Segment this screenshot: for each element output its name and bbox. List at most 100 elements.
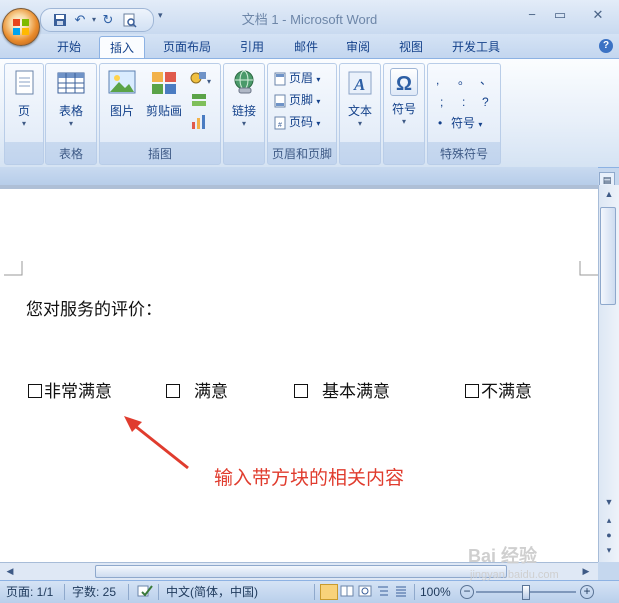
header-label: 页眉 (289, 71, 314, 85)
special-symbol-question[interactable]: ? (482, 92, 489, 112)
page-icon (9, 68, 39, 98)
tab-page-layout[interactable]: 页面布局 (156, 36, 218, 58)
text-button[interactable]: A 文本 ▾ (340, 68, 380, 129)
print-layout-view-icon[interactable] (320, 584, 338, 600)
footer-button[interactable]: 页脚 ▾ (274, 90, 320, 110)
text-dropdown-icon: ▾ (357, 119, 362, 128)
header-dropdown-icon: ▾ (316, 75, 321, 84)
document-page[interactable]: 您对服务的评价： 非常满意 满意 基本满意 不满意 (0, 189, 598, 562)
ribbon: 页 ▾ 表格 ▾ 表格 图片 剪贴画 ▾ 插图 链接 ▾ 页眉 ▾ 页脚 ▾ #… (0, 58, 619, 168)
minimize-icon[interactable]: − (520, 6, 544, 24)
tab-mailings[interactable]: 邮件 (284, 36, 328, 58)
select-browse-object-icon[interactable]: ● (601, 528, 617, 542)
close-icon[interactable]: ✕ (582, 6, 614, 24)
special-symbol-enum-comma[interactable]: 、 (480, 70, 492, 90)
office-logo-icon (13, 19, 29, 35)
page-count-status[interactable]: 页面: 1/1 (6, 584, 53, 600)
group-text: A 文本 ▾ (339, 63, 381, 165)
more-symbols-label: 符号 (451, 116, 476, 130)
text-icon: A (345, 68, 375, 98)
tab-home[interactable]: 开始 (48, 36, 90, 58)
picture-label: 图片 (109, 104, 134, 118)
shapes-icon[interactable]: ▾ (190, 70, 212, 89)
pages-button[interactable]: 页 ▾ (4, 68, 44, 129)
crop-mark-left (4, 261, 23, 276)
special-symbol-colon[interactable]: : (462, 92, 465, 112)
chart-icon[interactable] (190, 114, 208, 133)
outline-view-icon[interactable] (376, 584, 390, 600)
footer-icon (274, 94, 286, 108)
group-symbols: Ω 符号 ▾ (383, 63, 425, 165)
full-screen-reading-icon[interactable] (340, 584, 354, 600)
omega-icon: Ω (390, 68, 418, 96)
option-very-satisfied: 非常满意 (28, 377, 112, 402)
zoom-slider-thumb[interactable] (522, 585, 530, 600)
checkbox-square-icon (294, 384, 308, 398)
tab-references[interactable]: 引用 (230, 36, 274, 58)
maximize-icon[interactable]: ▭ (548, 6, 572, 24)
table-button[interactable]: 表格 ▾ (51, 68, 91, 129)
web-layout-icon[interactable] (358, 584, 372, 600)
status-divider (64, 584, 65, 600)
tab-view[interactable]: 视图 (389, 36, 433, 58)
language-status[interactable]: 中文(简体，中国) (166, 584, 258, 600)
group-tables-label: 表格 (58, 147, 83, 161)
status-divider (414, 584, 415, 600)
zoom-in-icon[interactable]: + (580, 585, 594, 599)
clipart-icon (149, 68, 179, 98)
more-symbols-button[interactable]: 符号 ▾ (451, 113, 482, 133)
page-number-label: 页码 (289, 115, 314, 129)
group-header-footer-label: 页眉和页脚 (271, 147, 332, 161)
annotation-arrow-icon (124, 416, 189, 470)
previous-page-icon[interactable]: ▴ (601, 513, 617, 527)
clipart-button[interactable]: 剪贴画 (144, 68, 184, 119)
option-unsatisfied: 不满意 (465, 377, 532, 402)
vertical-scroll-thumb[interactable] (600, 207, 616, 305)
checkbox-square-icon (465, 384, 479, 398)
symbol-label: 符号 (391, 102, 416, 116)
svg-text:#: # (278, 122, 282, 129)
draft-view-icon[interactable] (394, 584, 408, 600)
group-tables: 表格 ▾ 表格 (45, 63, 97, 165)
option-satisfied: 满意 (166, 377, 228, 402)
tab-developer[interactable]: 开发工具 (443, 36, 509, 58)
group-illustrations-label: 插图 (147, 147, 172, 161)
links-label: 链接 (231, 104, 256, 118)
group-illustrations: 图片 剪贴画 ▾ 插图 (99, 63, 221, 165)
symbol-button[interactable]: Ω 符号 ▾ (384, 68, 424, 127)
links-dropdown-icon: ▾ (241, 119, 246, 128)
special-symbol-semicolon[interactable]: ; (440, 92, 443, 112)
question-text: 您对服务的评价： (26, 300, 162, 320)
word-count-status[interactable]: 字数: 25 (72, 584, 116, 600)
svg-text:Bai 经验: Bai 经验 (468, 545, 538, 566)
checkbox-square-icon (28, 384, 42, 398)
header-button[interactable]: 页眉 ▾ (274, 68, 320, 88)
smartart-icon[interactable] (190, 92, 208, 111)
scroll-left-icon[interactable]: ◀ (2, 564, 18, 578)
option-basically-satisfied: 基本满意 (294, 377, 390, 402)
proofing-icon[interactable] (136, 584, 154, 600)
page-number-icon: # (274, 116, 286, 130)
group-links: 链接 ▾ (223, 63, 265, 165)
table-label: 表格 (58, 104, 83, 118)
tab-insert[interactable]: 插入 (99, 36, 145, 59)
office-button[interactable] (2, 8, 40, 46)
text-label: 文本 (347, 104, 372, 118)
picture-icon (107, 68, 137, 98)
group-special-symbols: , 。 、 ; : ? • 符号 ▾ 特殊符号 (427, 63, 501, 165)
links-button[interactable]: 链接 ▾ (224, 68, 264, 129)
special-symbol-bullet[interactable]: • (438, 113, 442, 133)
group-header-footer: 页眉 ▾ 页脚 ▾ # 页码 ▾ 页眉和页脚 (267, 63, 337, 165)
picture-button[interactable]: 图片 (102, 68, 142, 119)
zoom-level[interactable]: 100% (420, 584, 451, 600)
special-symbol-period[interactable]: 。 (458, 70, 470, 90)
zoom-out-icon[interactable]: − (460, 585, 474, 599)
page-number-button[interactable]: # 页码 ▾ (274, 112, 320, 132)
tab-review[interactable]: 审阅 (336, 36, 380, 58)
special-symbol-comma[interactable]: , (436, 70, 439, 90)
help-icon[interactable]: ? (599, 39, 613, 53)
horizontal-scroll-thumb[interactable] (95, 565, 507, 578)
crop-mark-right (579, 261, 598, 276)
scroll-up-icon[interactable]: ▲ (601, 187, 617, 201)
scroll-down-icon[interactable]: ▼ (601, 495, 617, 509)
